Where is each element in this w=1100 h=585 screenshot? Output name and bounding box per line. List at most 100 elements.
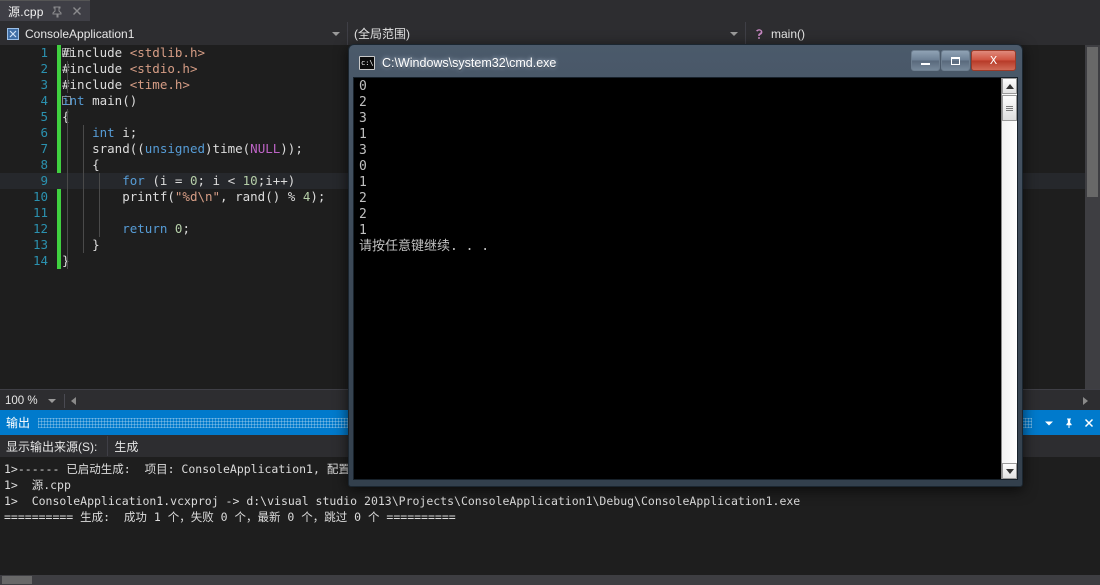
output-panel-title: 输出 [6, 416, 31, 430]
code-line-text: srand((unsigned)time(NULL)); [62, 141, 303, 156]
indent-guide [99, 173, 100, 189]
scope-dropdown-value: (全局范围) [354, 27, 410, 41]
code-line-text: #include <stdlib.h> [62, 45, 205, 60]
code-line-text: return 0; [122, 221, 190, 236]
indent-guide [83, 205, 84, 221]
indent-guide [67, 221, 68, 237]
cmd-scrollbar-thumb[interactable] [1002, 95, 1017, 121]
indent-guide [67, 77, 68, 93]
zoom-level-dropdown[interactable]: 100 % [0, 390, 62, 411]
code-line-text: printf("%d\n", rand() % 4); [62, 189, 326, 204]
editor-scrollbar-thumb[interactable] [1087, 47, 1098, 197]
code-line-text: int main() [62, 93, 138, 108]
project-dropdown[interactable]: ConsoleApplication1 [0, 22, 348, 45]
method-icon [752, 27, 766, 41]
indent-guide [99, 189, 100, 205]
member-dropdown-value: main() [771, 26, 806, 41]
indent-guide [83, 189, 84, 205]
indent-guide [83, 237, 84, 253]
cmd-console-client[interactable]: 0 2 3 1 3 0 1 2 2 1 请按任意键继续. . . [353, 77, 1018, 480]
line-number: 6 [40, 125, 48, 140]
output-line: 1> ConsoleApplication1.vcxproj -> d:\vis… [4, 494, 801, 508]
close-button[interactable]: X [971, 50, 1016, 71]
scroll-left-icon[interactable] [71, 396, 76, 405]
code-line-text: for (i = 0; i < 10;i++) [122, 173, 296, 188]
indent-guide [67, 61, 68, 77]
visual-studio-window: 源.cpp ConsoleApplication1 (全局范围) main() … [0, 0, 1100, 585]
indent-guide [67, 253, 68, 269]
indent-guide [67, 173, 68, 189]
editor-vertical-scrollbar[interactable] [1085, 45, 1100, 389]
indent-guide [67, 125, 68, 141]
pin-icon[interactable] [1060, 414, 1078, 432]
indent-guide [67, 109, 68, 125]
scroll-right-icon[interactable] [1083, 396, 1088, 405]
member-dropdown[interactable]: main() [746, 22, 1100, 45]
code-line-text: #include <stdio.h> [62, 61, 198, 76]
line-number: 10 [32, 189, 48, 204]
indent-guide [83, 221, 84, 237]
line-number: 9 [40, 173, 48, 188]
minimize-icon [921, 62, 930, 65]
cpp-file-icon [6, 27, 20, 41]
output-source-value: 生成 [114, 439, 139, 454]
indent-guide [67, 189, 68, 205]
chevron-down-icon[interactable] [48, 399, 56, 403]
scroll-down-icon[interactable] [1002, 463, 1017, 479]
editor-tab-strip: 源.cpp [0, 0, 1100, 23]
scope-dropdown[interactable]: (全局范围) [348, 22, 746, 45]
line-number: 2 [40, 61, 48, 76]
indent-guide [99, 221, 100, 237]
zoom-level-value: 100 % [5, 394, 38, 407]
line-number: 7 [40, 141, 48, 156]
indent-guide [83, 141, 84, 157]
line-number: 3 [40, 77, 48, 92]
indent-guide [83, 173, 84, 189]
indent-guide [83, 157, 84, 173]
close-icon[interactable] [1080, 414, 1098, 432]
project-dropdown-value: ConsoleApplication1 [25, 26, 135, 41]
editor-tab-label: 源.cpp [8, 4, 44, 19]
indent-guide [99, 205, 100, 221]
output-scrollbar-thumb[interactable] [2, 576, 32, 584]
navigation-bar: ConsoleApplication1 (全局范围) main() [0, 22, 1100, 46]
code-line-text: #include <time.h> [62, 77, 190, 92]
output-source-label: 显示输出来源(S): [6, 439, 98, 454]
line-number: 4 [40, 93, 48, 108]
code-line-text: } [62, 253, 70, 268]
minimize-button[interactable] [911, 50, 940, 71]
indent-guide [67, 205, 68, 221]
output-line: ========== 生成: 成功 1 个，失败 0 个，最新 0 个，跳过 0… [4, 510, 456, 524]
cmd-console-window[interactable]: C:\Windows\system32\cmd.exe X 0 2 3 1 3 … [348, 44, 1023, 487]
line-number: 5 [40, 109, 48, 124]
chevron-down-icon[interactable] [1040, 414, 1058, 432]
scroll-up-icon[interactable] [1002, 78, 1017, 94]
indent-guide [67, 141, 68, 157]
cmd-vertical-scrollbar[interactable] [1001, 78, 1017, 479]
cmd-console-output: 0 2 3 1 3 0 1 2 2 1 请按任意键继续. . . [359, 79, 490, 254]
cmd-titlebar[interactable]: C:\Windows\system32\cmd.exe X [353, 49, 1018, 77]
pin-icon[interactable] [50, 4, 64, 18]
cmd-icon [359, 56, 375, 70]
line-number: 13 [32, 237, 48, 252]
line-number: 1 [40, 45, 48, 60]
maximize-button[interactable] [941, 50, 970, 71]
close-icon[interactable] [70, 4, 84, 18]
indent-guide [67, 157, 68, 173]
chevron-down-icon[interactable] [332, 31, 340, 36]
indent-guide [83, 125, 84, 141]
chevron-down-icon[interactable] [730, 31, 738, 36]
output-horizontal-scrollbar[interactable] [0, 575, 1100, 585]
line-number: 12 [32, 221, 48, 236]
output-source-dropdown[interactable]: 生成 [107, 436, 337, 456]
editor-tab-source-cpp[interactable]: 源.cpp [0, 0, 90, 21]
cmd-window-controls: X [910, 50, 1016, 71]
line-number: 8 [40, 157, 48, 172]
line-number: 14 [32, 253, 48, 268]
close-icon: X [989, 54, 998, 67]
code-line-text: int i; [92, 125, 138, 140]
cmd-window-title: C:\Windows\system32\cmd.exe [382, 56, 557, 70]
line-number: 11 [32, 205, 48, 220]
code-line-text: { [62, 109, 70, 124]
indent-guide [67, 237, 68, 253]
